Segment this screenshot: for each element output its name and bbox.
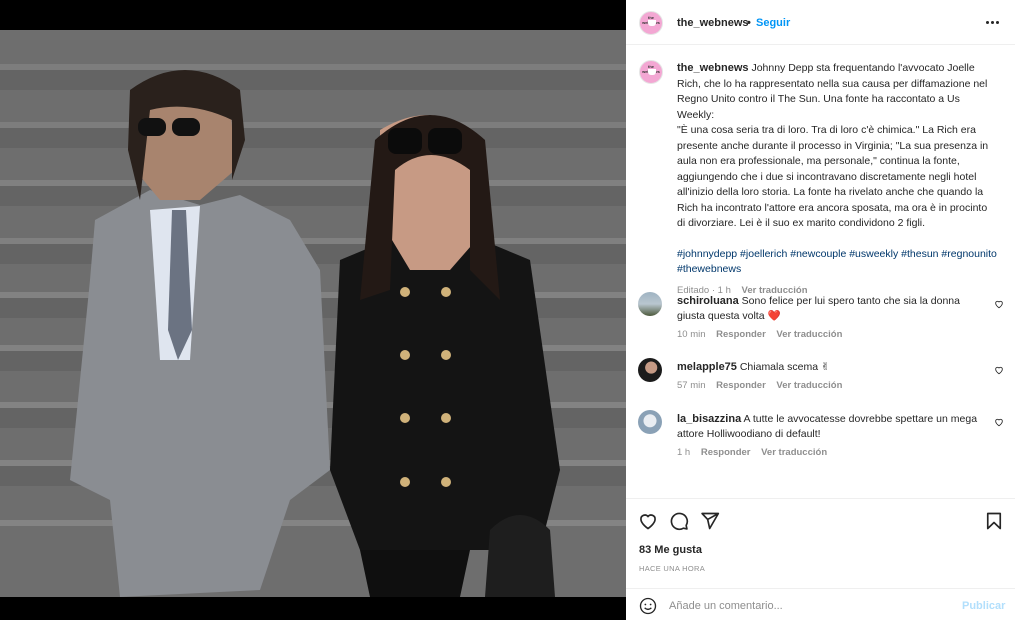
caption-avatar[interactable]: the webnews	[639, 60, 663, 84]
caption-hashtags[interactable]: #johnnydepp #joellerich #newcouple #uswe…	[677, 247, 997, 278]
separator-dot: •	[747, 17, 751, 29]
avatar-cup-icon	[648, 69, 656, 75]
bookmark-icon[interactable]	[984, 511, 1004, 531]
add-comment-bar: Publicar	[626, 588, 1015, 620]
post-photo[interactable]	[0, 30, 626, 597]
comment-body: melapple75 Chiamala scema ✌	[677, 360, 987, 375]
comments-list[interactable]: the webnews the_webnews Johnny Depp sta …	[626, 46, 1015, 498]
commenter-avatar[interactable]	[638, 410, 662, 434]
caption-text-2: "È una cosa seria tra di loro. Tra di lo…	[677, 124, 989, 229]
comment-body: la_bisazzina A tutte le avvocatesse dovr…	[677, 412, 987, 442]
comment-text: Chiamala scema ✌	[739, 361, 830, 373]
photo-illustration	[0, 30, 626, 597]
comment-icon[interactable]	[669, 511, 689, 531]
post-dialog: the webnews the_webnews • Seguir the web…	[0, 0, 1015, 620]
avatar-cup-icon	[648, 20, 656, 26]
reply-button[interactable]: Responder	[716, 329, 766, 340]
commenter-avatar[interactable]	[638, 292, 662, 316]
reply-button[interactable]: Responder	[716, 380, 766, 391]
comment-meta: 10 min Responder Ver traducción	[677, 329, 842, 340]
commenter-username[interactable]: la_bisazzina	[677, 413, 741, 425]
heart-icon[interactable]	[638, 511, 658, 531]
comment-input[interactable]	[669, 596, 949, 616]
commenter-username[interactable]: schiroluana	[677, 295, 739, 307]
author-username[interactable]: the_webnews	[677, 17, 749, 29]
emoji-icon[interactable]	[639, 597, 657, 615]
follow-button[interactable]: Seguir	[756, 17, 790, 29]
post-timestamp: HACE UNA HORA	[639, 564, 705, 573]
translate-button[interactable]: Ver traducción	[776, 329, 842, 340]
comment-meta: 57 min Responder Ver traducción	[677, 380, 842, 391]
like-comment-heart-icon[interactable]	[994, 299, 1004, 309]
comment-time: 57 min	[677, 380, 706, 391]
reply-button[interactable]: Responder	[701, 447, 751, 458]
post-actions: 83 Me gusta HACE UNA HORA	[626, 498, 1015, 588]
commenter-username[interactable]: melapple75	[677, 361, 737, 373]
comment-meta: 1 h Responder Ver traducción	[677, 447, 827, 458]
comment-time: 10 min	[677, 329, 706, 340]
commenter-avatar[interactable]	[638, 358, 662, 382]
comment-body: schiroluana Sono felice per lui spero ta…	[677, 294, 987, 324]
author-avatar[interactable]: the webnews	[639, 11, 663, 35]
post-media	[0, 0, 626, 620]
post-side-panel: the webnews the_webnews • Seguir the web…	[626, 0, 1015, 620]
more-options-icon[interactable]	[985, 15, 1001, 29]
caption-username[interactable]: the_webnews	[677, 62, 749, 74]
post-caption: the_webnews Johnny Depp sta frequentando…	[677, 61, 997, 298]
comment-time: 1 h	[677, 447, 691, 458]
paper-plane-icon[interactable]	[700, 511, 720, 531]
translate-button[interactable]: Ver traducción	[761, 447, 827, 458]
translate-button[interactable]: Ver traducción	[776, 380, 842, 391]
post-header: the webnews the_webnews • Seguir	[626, 0, 1015, 45]
publish-button[interactable]: Publicar	[962, 600, 1005, 612]
likes-count[interactable]: 83 Me gusta	[639, 544, 702, 556]
like-comment-heart-icon[interactable]	[994, 417, 1004, 427]
like-comment-heart-icon[interactable]	[994, 365, 1004, 375]
